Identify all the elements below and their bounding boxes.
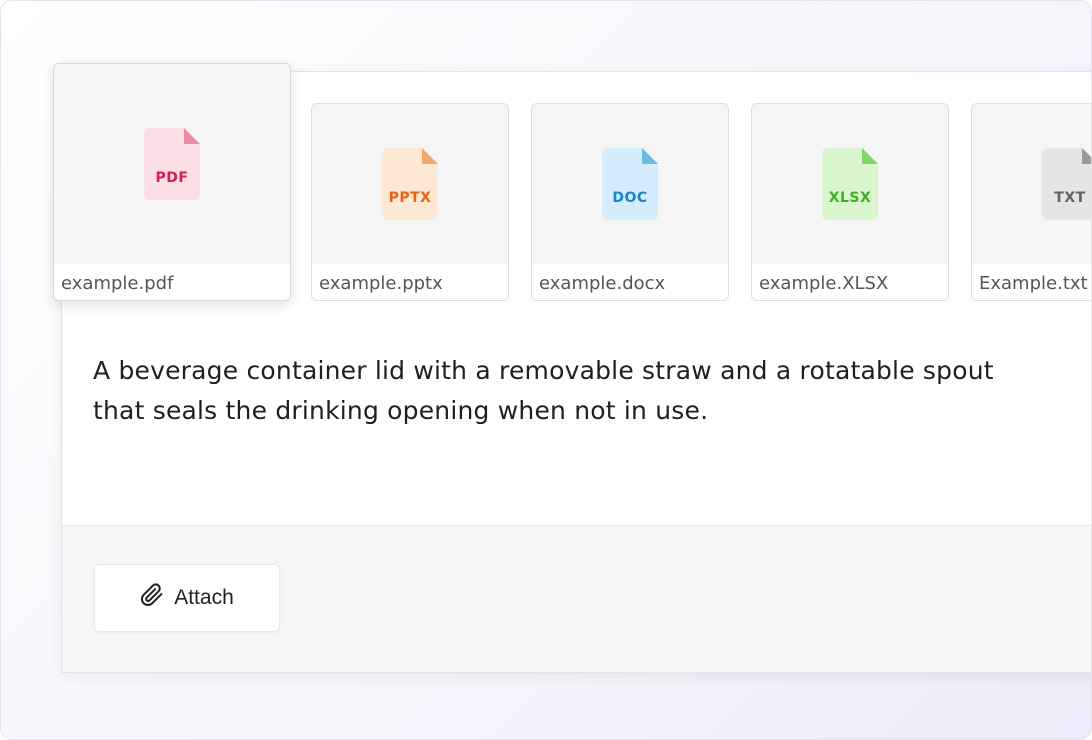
attachment-filename: example.pdf [61,273,174,294]
attachment-filename: example.pptx [319,273,443,294]
doc-file-icon: DOC [602,148,658,220]
txt-file-icon: TXT [1042,148,1091,220]
pptx-file-icon: PPTX [382,148,438,220]
file-type-label: TXT [1054,190,1086,206]
composer-footer: Attach [62,525,1091,672]
attachment-card-pdf[interactable]: PDF example.pdf [53,63,291,301]
attachment-thumbnail: PPTX [312,104,508,264]
attachment-card-docx[interactable]: DOC example.docx [531,103,729,301]
attachment-thumbnail: DOC [532,104,728,264]
file-type-label: XLSX [828,190,872,206]
paperclip-icon [140,583,164,613]
xlsx-file-icon: XLSX [822,148,878,220]
attachment-filename: example.docx [539,273,666,294]
file-type-label: PPTX [388,190,432,206]
file-type-label: DOC [612,190,648,206]
attachment-thumbnail: TXT [972,104,1091,264]
attachment-thumbnail: PDF [54,64,290,264]
attach-button[interactable]: Attach [94,564,280,632]
app-frame: Attach A beverage container lid with a r… [0,0,1092,740]
attachment-filename: example.XLSX [759,273,889,294]
attach-button-label: Attach [174,586,234,609]
attachment-filename: Example.txt [979,273,1088,294]
attachment-thumbnail: XLSX [752,104,948,264]
attachment-card-pptx[interactable]: PPTX example.pptx [311,103,509,301]
pdf-file-icon: PDF [144,128,200,200]
attachment-card-txt[interactable]: TXT Example.txt [971,103,1091,301]
attachment-card-xlsx[interactable]: XLSX example.XLSX [751,103,949,301]
message-text[interactable]: A beverage container lid with a removabl… [93,351,1013,431]
file-type-label: PDF [155,170,189,186]
